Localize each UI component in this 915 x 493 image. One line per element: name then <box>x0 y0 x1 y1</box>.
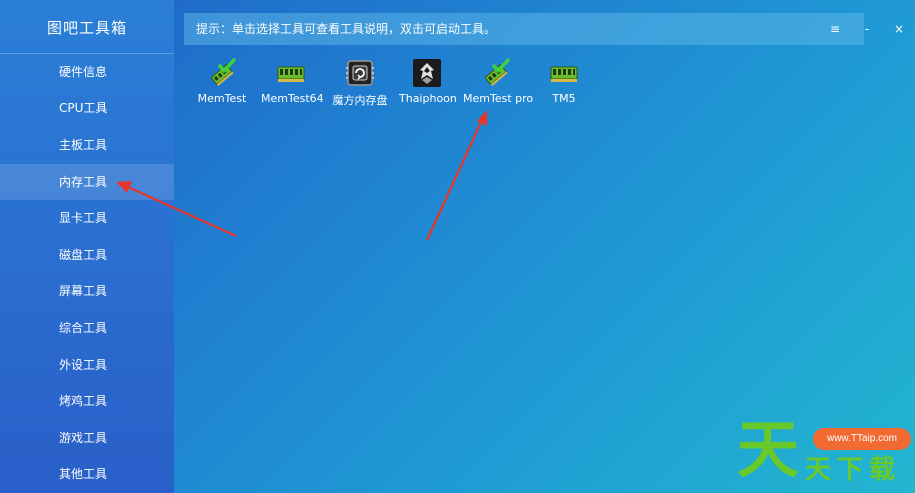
sidebar-item-other-tools[interactable]: 其他工具 <box>0 456 174 492</box>
watermark-big-char: 天 <box>737 413 800 486</box>
tool-memtest-pro[interactable]: MemTest pro <box>463 58 534 105</box>
memtest-icon <box>210 58 236 87</box>
tool-label: TM5 <box>552 92 576 105</box>
tool-tm5[interactable]: TM5 <box>538 58 590 105</box>
sidebar-item-peripheral-tools[interactable]: 外设工具 <box>0 347 174 383</box>
app-title: 图吧工具箱 <box>0 0 174 54</box>
tool-memtest64[interactable]: MemTest64 <box>261 58 324 105</box>
sidebar-item-hardware-info[interactable]: 硬件信息 <box>0 54 174 90</box>
menu-button[interactable]: ≡ <box>819 13 851 45</box>
minimize-button[interactable]: - <box>851 13 883 45</box>
watermark-text: 天下载 <box>805 455 902 485</box>
tool-thaiphoon[interactable]: Thaiphoon <box>399 58 457 105</box>
tool-label: MemTest64 <box>261 92 324 105</box>
tool-label: MemTest pro <box>463 92 534 105</box>
sidebar-item-game-tools[interactable]: 游戏工具 <box>0 420 174 456</box>
sidebar-item-cpu-tools[interactable]: CPU工具 <box>0 90 174 126</box>
tool-memtest[interactable]: MemTest <box>194 58 250 105</box>
tool-label: MemTest <box>197 92 247 105</box>
hint-bar: 提示：单击选择工具可查看工具说明，双击可启动工具。 <box>184 13 864 45</box>
ram-module-icon <box>550 66 578 82</box>
tool-label: 魔方内存盘 <box>332 94 388 107</box>
window-controls: ≡ - × <box>819 13 915 45</box>
sidebar-item-memory-tools[interactable]: 内存工具 <box>0 164 174 200</box>
sidebar-item-disk-tools[interactable]: 磁盘工具 <box>0 237 174 273</box>
sidebar: 图吧工具箱 硬件信息 CPU工具 主板工具 内存工具 显卡工具 磁盘工具 屏幕工… <box>0 0 174 493</box>
sidebar-item-stress-tools[interactable]: 烤鸡工具 <box>0 383 174 419</box>
tool-label: Thaiphoon <box>399 92 457 105</box>
sidebar-item-motherboard-tools[interactable]: 主板工具 <box>0 127 174 163</box>
ramdisk-chip-icon <box>346 60 374 86</box>
watermark-badge: www.TTaip.com <box>813 428 911 450</box>
sidebar-item-gpu-tools[interactable]: 显卡工具 <box>0 200 174 236</box>
ram-module-icon <box>277 66 305 82</box>
sidebar-item-screen-tools[interactable]: 屏幕工具 <box>0 273 174 309</box>
sidebar-item-general-tools[interactable]: 综合工具 <box>0 310 174 346</box>
app-window: 图吧工具箱 硬件信息 CPU工具 主板工具 内存工具 显卡工具 磁盘工具 屏幕工… <box>0 0 915 493</box>
watermark-logo: 天 www.TTaip.com 天下载 <box>735 410 915 493</box>
memtest-icon <box>484 58 510 87</box>
close-button[interactable]: × <box>883 13 915 45</box>
thaiphoon-icon <box>413 59 441 87</box>
tool-ramdisk[interactable]: 魔方内存盘 <box>332 58 388 108</box>
